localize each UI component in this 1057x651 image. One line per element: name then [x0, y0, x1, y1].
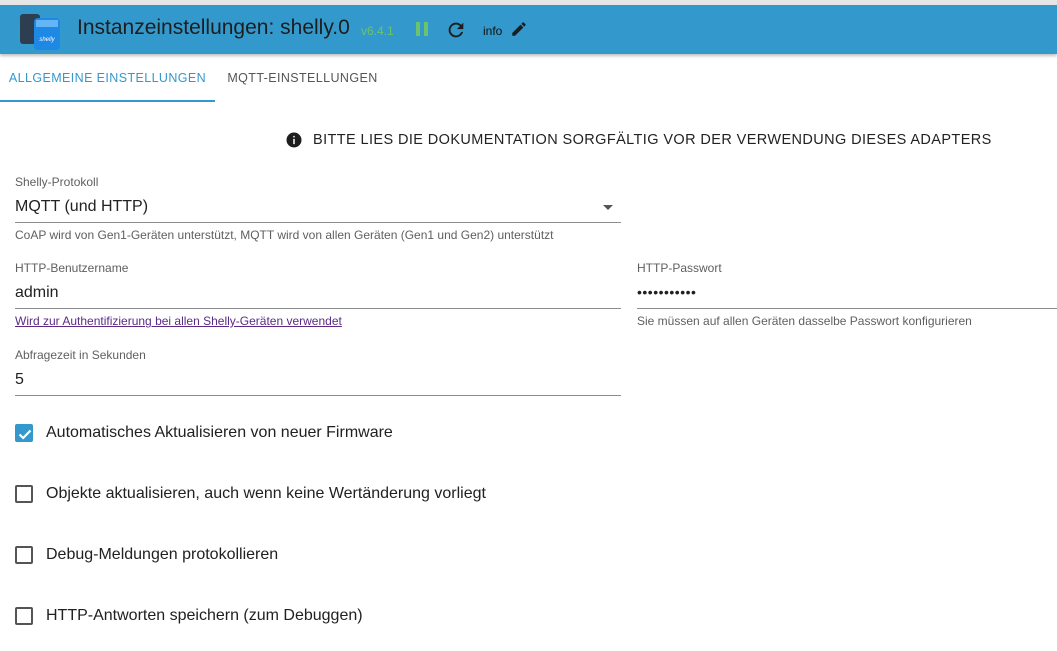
- polling-label: Abfragezeit in Sekunden: [15, 348, 146, 362]
- active-tab-indicator: [0, 100, 215, 102]
- reload-icon[interactable]: [445, 19, 467, 41]
- http-user-underline: [15, 308, 621, 309]
- protocol-select[interactable]: MQTT (und HTTP): [15, 196, 621, 222]
- http-password-helper: Sie müssen auf allen Geräten dasselbe Pa…: [637, 314, 972, 328]
- info-icon: [286, 132, 302, 148]
- http-password-underline: [637, 308, 1057, 309]
- http-user-helper: Wird zur Authentifizierung bei allen She…: [15, 314, 342, 328]
- http-user-label: HTTP-Benutzername: [15, 261, 129, 275]
- polling-input[interactable]: 5: [15, 371, 621, 389]
- pause-icon[interactable]: [413, 19, 431, 39]
- http-password-label: HTTP-Passwort: [637, 261, 722, 275]
- auth-help-link[interactable]: Wird zur Authentifizierung bei allen She…: [15, 314, 342, 328]
- logo-wordmark: shelly: [39, 37, 55, 43]
- auto-firmware-update-checkbox[interactable]: Automatisches Aktualisieren von neuer Fi…: [15, 421, 393, 445]
- edit-icon[interactable]: [510, 20, 528, 38]
- checkbox-unchecked-icon[interactable]: [15, 607, 33, 625]
- settings-tabs: ALLGEMEINE EINSTELLUNGEN MQTT-EINSTELLUN…: [0, 54, 1057, 102]
- adapter-version: v6.4.1: [361, 24, 394, 38]
- debug-log-checkbox[interactable]: Debug-Meldungen protokollieren: [15, 543, 278, 567]
- tab-mqtt-label: MQTT-EINSTELLUNGEN: [227, 71, 378, 85]
- log-level: info: [483, 24, 503, 38]
- checkbox-label: Debug-Meldungen protokollieren: [46, 546, 279, 563]
- checkbox-label: Automatisches Aktualisieren von neuer Fi…: [46, 424, 393, 441]
- checkbox-label: HTTP-Antworten speichern (zum Debuggen): [46, 607, 363, 624]
- checkbox-checked-icon[interactable]: [15, 424, 33, 442]
- tab-general-label: ALLGEMEINE EINSTELLUNGEN: [8, 71, 207, 85]
- adapter-logo: shelly: [18, 8, 62, 52]
- documentation-notice: BITTE LIES DIE DOKUMENTATION SORGFÄLTIG …: [285, 130, 992, 150]
- app-header: shelly Instanzeinstellungen: shelly.0 v6…: [0, 5, 1057, 54]
- protocol-underline: [15, 222, 621, 223]
- http-user-input[interactable]: admin: [15, 284, 621, 302]
- update-objects-checkbox[interactable]: Objekte aktualisieren, auch wenn keine W…: [15, 482, 486, 506]
- tab-mqtt-settings[interactable]: MQTT-EINSTELLUNGEN: [215, 54, 390, 102]
- save-http-responses-checkbox[interactable]: HTTP-Antworten speichern (zum Debuggen): [15, 604, 363, 628]
- tab-general-settings[interactable]: ALLGEMEINE EINSTELLUNGEN: [0, 54, 215, 102]
- protocol-label: Shelly-Protokoll: [15, 175, 99, 189]
- checkbox-unchecked-icon[interactable]: [15, 485, 33, 503]
- notice-text: BITTE LIES DIE DOKUMENTATION SORGFÄLTIG …: [313, 132, 992, 148]
- protocol-helper: CoAP wird von Gen1-Geräten unterstützt, …: [15, 228, 554, 242]
- checkbox-unchecked-icon[interactable]: [15, 546, 33, 564]
- page-title: Instanzeinstellungen: shelly.0: [77, 16, 350, 39]
- protocol-value: MQTT (und HTTP): [15, 198, 149, 215]
- chevron-down-icon[interactable]: [602, 204, 614, 212]
- polling-underline: [15, 395, 621, 396]
- http-password-input[interactable]: •••••••••••: [637, 284, 1057, 300]
- checkbox-label: Objekte aktualisieren, auch wenn keine W…: [46, 485, 486, 502]
